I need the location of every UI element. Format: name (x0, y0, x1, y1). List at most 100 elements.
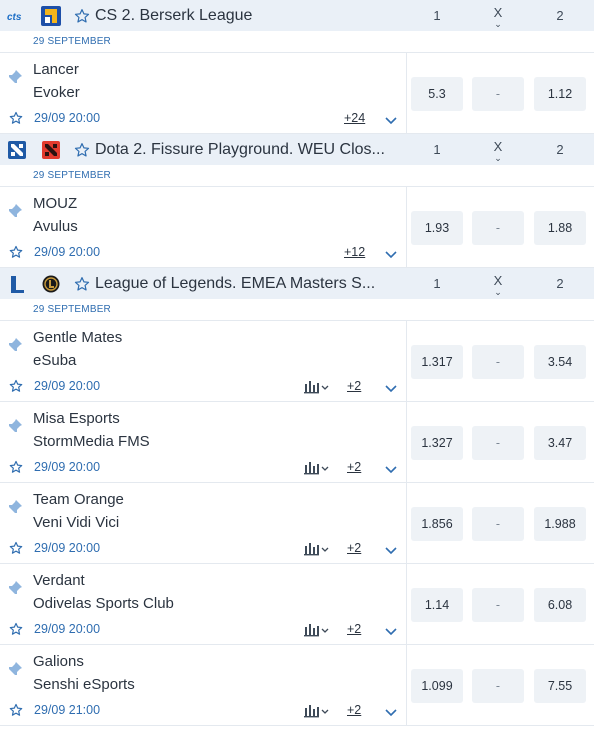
match-row[interactable]: Team Orange Veni Vidi Vici 29/09 20:00 +… (0, 483, 594, 564)
chevron-down-icon[interactable] (384, 462, 398, 476)
emea-masters-logo-icon (40, 273, 62, 295)
chevron-down-icon[interactable] (384, 543, 398, 557)
chevron-down-icon[interactable] (384, 247, 398, 261)
pin-icon[interactable] (7, 337, 23, 353)
odd-away-button[interactable]: 1.12 (534, 77, 586, 111)
favorite-match-star-icon[interactable] (9, 379, 23, 393)
odd-draw-button[interactable]: - (472, 77, 524, 111)
match-time: 29/09 20:00 (34, 541, 101, 555)
odd-home-button[interactable]: 1.93 (411, 211, 463, 245)
more-markets-link[interactable]: +12 (344, 245, 365, 259)
statistics-bar-chart-icon[interactable] (304, 703, 330, 718)
odd-away-button[interactable]: 1.988 (534, 507, 586, 541)
match-row[interactable]: MOUZ Avulus 29/09 20:00 +12 1.93 - 1.88 (0, 187, 594, 268)
odd-home-button[interactable]: 1.856 (411, 507, 463, 541)
team-2-name: Senshi eSports (33, 676, 135, 693)
divider (406, 564, 407, 644)
more-markets-link[interactable]: +2 (347, 460, 361, 474)
match-row[interactable]: Misa Esports StormMedia FMS 29/09 20:00 … (0, 402, 594, 483)
league-header[interactable]: Dota 2. Fissure Playground. WEU Clos... … (0, 134, 594, 165)
team-1-name: MOUZ (33, 195, 78, 212)
odd-draw-button[interactable]: - (472, 507, 524, 541)
team-1-name: Gentle Mates (33, 329, 123, 346)
team-2-name: Evoker (33, 84, 80, 101)
column-draw-label[interactable]: X ⌄ (472, 268, 524, 299)
pin-icon[interactable] (7, 580, 23, 596)
odd-away-button[interactable]: 1.88 (534, 211, 586, 245)
league-header[interactable]: League of Legends. EMEA Masters S... 1 X… (0, 268, 594, 299)
statistics-bar-chart-icon[interactable] (304, 541, 330, 556)
odd-home-button[interactable]: 1.14 (411, 588, 463, 622)
match-row[interactable]: Gentle Mates eSuba 29/09 20:00 +2 1.317 … (0, 321, 594, 402)
column-draw-text: X (493, 4, 503, 20)
divider (406, 187, 407, 267)
column-away-label: 2 (556, 8, 564, 23)
odd-away-button[interactable]: 3.47 (534, 426, 586, 460)
pin-icon[interactable] (7, 69, 23, 85)
more-markets-link[interactable]: +2 (347, 379, 361, 393)
odd-home-button[interactable]: 1.327 (411, 426, 463, 460)
chevron-down-icon[interactable] (384, 113, 398, 127)
date-row: 29 SEPTEMBER (0, 165, 594, 187)
statistics-bar-chart-icon[interactable] (304, 379, 330, 394)
league-name[interactable]: League of Legends. EMEA Masters S... (95, 275, 400, 293)
pin-icon[interactable] (7, 499, 23, 515)
match-row[interactable]: Galions Senshi eSports 29/09 21:00 +2 1.… (0, 645, 594, 726)
fissure-playground-logo-icon (40, 139, 62, 161)
odd-home-button[interactable]: 1.317 (411, 345, 463, 379)
odd-draw-button[interactable]: - (472, 211, 524, 245)
odd-home-button[interactable]: 5.3 (411, 77, 463, 111)
pin-icon[interactable] (7, 203, 23, 219)
odd-away-button[interactable]: 3.54 (534, 345, 586, 379)
chevron-down-icon[interactable] (384, 624, 398, 638)
more-markets-link[interactable]: +2 (347, 622, 361, 636)
favorite-match-star-icon[interactable] (9, 245, 23, 259)
odd-draw-button[interactable]: - (472, 426, 524, 460)
column-draw-label[interactable]: X ⌄ (472, 134, 524, 165)
league-header[interactable]: cts CS 2. Berserk League 1 X ⌄ 2 (0, 0, 594, 31)
favorite-match-star-icon[interactable] (9, 460, 23, 474)
statistics-bar-chart-icon[interactable] (304, 460, 330, 475)
pin-icon[interactable] (7, 418, 23, 434)
league-of-legends-logo-icon (6, 273, 28, 295)
odd-draw-button[interactable]: - (472, 588, 524, 622)
favorite-match-star-icon[interactable] (9, 541, 23, 555)
team-1-name: Team Orange (33, 491, 124, 508)
favorite-league-star-icon[interactable] (74, 8, 90, 24)
more-markets-link[interactable]: +2 (347, 703, 361, 717)
odd-draw-button[interactable]: - (472, 669, 524, 703)
column-draw-label[interactable]: X ⌄ (472, 0, 524, 31)
column-home-label: 1 (433, 8, 441, 23)
divider (406, 53, 407, 133)
odd-draw-button[interactable]: - (472, 345, 524, 379)
favorite-match-star-icon[interactable] (9, 111, 23, 125)
odd-away-button[interactable]: 6.08 (534, 588, 586, 622)
chevron-down-icon[interactable] (384, 381, 398, 395)
league-name[interactable]: CS 2. Berserk League (95, 7, 400, 25)
team-2-name: Avulus (33, 218, 78, 235)
favorite-match-star-icon[interactable] (9, 622, 23, 636)
match-row[interactable]: Lancer Evoker 29/09 20:00 +24 5.3 - 1.12 (0, 53, 594, 134)
favorite-match-star-icon[interactable] (9, 703, 23, 717)
statistics-bar-chart-icon[interactable] (304, 622, 330, 637)
league-name[interactable]: Dota 2. Fissure Playground. WEU Clos... (95, 141, 400, 159)
more-markets-link[interactable]: +24 (344, 111, 365, 125)
team-2-name: Veni Vidi Vici (33, 514, 120, 531)
column-home-label: 1 (433, 142, 441, 157)
more-markets-link[interactable]: +2 (347, 541, 361, 555)
odd-away-button[interactable]: 7.55 (534, 669, 586, 703)
chevron-down-icon: ⌄ (494, 18, 502, 29)
divider (406, 483, 407, 563)
divider (406, 645, 407, 725)
chevron-down-icon[interactable] (384, 705, 398, 719)
favorite-league-star-icon[interactable] (74, 276, 90, 292)
team-2-name: StormMedia FMS (33, 433, 150, 450)
divider (406, 402, 407, 482)
pin-icon[interactable] (7, 661, 23, 677)
favorite-league-star-icon[interactable] (74, 142, 90, 158)
divider (406, 321, 407, 401)
match-row[interactable]: Verdant Odivelas Sports Club 29/09 20:00… (0, 564, 594, 645)
counter-strike-logo-icon: cts (6, 5, 28, 27)
column-away-label: 2 (556, 276, 564, 291)
odd-home-button[interactable]: 1.099 (411, 669, 463, 703)
